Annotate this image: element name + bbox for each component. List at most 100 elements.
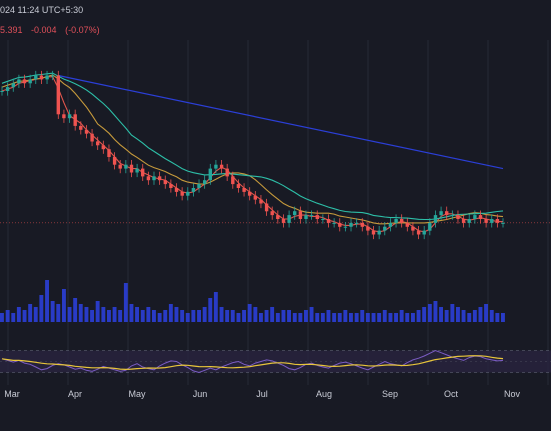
volume-bar — [16, 307, 21, 322]
candle-body — [411, 226, 415, 231]
volume-bar — [478, 307, 483, 322]
candle-body — [169, 184, 173, 188]
candle-body — [191, 188, 196, 192]
volume-bar — [157, 313, 162, 322]
candle-body — [456, 215, 460, 219]
candle-body — [439, 211, 443, 216]
volume-bar — [427, 304, 432, 322]
candle-body — [163, 180, 167, 185]
volume-bar — [50, 301, 55, 322]
chart-header-quote: 5.391 -0.004 (-0.07%) — [0, 25, 106, 35]
trendline — [58, 74, 504, 170]
x-tick-label: Mar — [4, 389, 20, 399]
candle-body — [293, 211, 297, 216]
candle-body — [174, 188, 179, 192]
candle-body — [39, 75, 44, 80]
candle-body — [197, 184, 201, 188]
volume-bar — [287, 310, 291, 322]
candle-body — [366, 226, 370, 231]
volume-bar — [191, 310, 196, 322]
volume-bar — [213, 292, 218, 322]
volume-bar — [394, 313, 398, 322]
volume-bar — [298, 313, 303, 322]
volume-bar — [168, 304, 173, 322]
x-tick-label: Nov — [504, 389, 521, 399]
candle-body — [22, 79, 27, 84]
volume-bar — [382, 310, 387, 322]
candle-body — [146, 176, 151, 181]
candle-body — [186, 191, 190, 196]
volume-bar — [22, 310, 27, 322]
candle-body — [281, 219, 286, 223]
volume-bar — [247, 304, 252, 322]
candle-body — [422, 230, 426, 235]
last-price: 5.391 — [0, 25, 23, 35]
candle-body — [360, 222, 364, 227]
candle-body — [377, 230, 381, 235]
candle-body — [28, 79, 32, 84]
x-tick-label: Apr — [68, 389, 82, 399]
volume-bar — [270, 307, 275, 322]
volume-bar — [107, 310, 111, 322]
volume-bar — [439, 307, 443, 322]
candle-body — [484, 219, 488, 223]
x-tick-label: May — [128, 389, 146, 399]
x-tick-label: Oct — [444, 389, 459, 399]
candle-body — [253, 195, 257, 200]
volume-bar — [315, 313, 320, 322]
volume-bar — [33, 307, 38, 322]
volume-bar — [495, 313, 500, 322]
volume-bar — [264, 310, 269, 322]
candle-body — [101, 145, 105, 150]
volume-bar — [101, 307, 106, 322]
volume-bar — [62, 289, 66, 322]
candle-body — [270, 211, 274, 216]
volume-bar — [129, 304, 134, 322]
volume-bar — [450, 304, 455, 322]
volume-bar — [242, 310, 246, 322]
candle-body — [56, 75, 60, 115]
volume-bar — [422, 307, 427, 322]
candle-body — [152, 176, 156, 181]
volume-bar — [332, 313, 337, 322]
candle-body — [11, 83, 15, 88]
candle-body — [276, 215, 280, 219]
candle-body — [17, 79, 21, 84]
volume-bar — [354, 313, 359, 322]
volume-bar — [118, 310, 123, 322]
candle-body — [287, 215, 291, 223]
volume-bar — [489, 310, 494, 322]
price-change-pct: (-0.07%) — [65, 25, 100, 35]
candle-body — [219, 164, 224, 169]
volume-bar — [140, 310, 145, 322]
candle-body — [433, 215, 438, 223]
volume-bar — [152, 310, 156, 322]
volume-bar — [197, 310, 201, 322]
volume-bar — [84, 307, 89, 322]
volume-bar — [365, 313, 370, 322]
volume-bar — [326, 310, 331, 322]
volume-bar — [0, 313, 4, 322]
volume-bar — [230, 310, 235, 322]
candle-body — [405, 222, 409, 227]
volume-bar — [360, 310, 365, 322]
candle-body — [349, 222, 353, 227]
candle-body — [141, 168, 145, 177]
candle-body — [388, 222, 393, 227]
candle-body — [304, 215, 308, 219]
candle-body — [338, 222, 342, 227]
volume-bar — [39, 295, 44, 322]
volume-bar — [208, 298, 213, 322]
candle-body — [180, 191, 184, 196]
candle-body — [490, 219, 494, 223]
candle-body — [203, 180, 207, 185]
candle-body — [309, 215, 314, 217]
candle-body — [264, 203, 269, 212]
candle-body — [242, 188, 246, 192]
volume-bar — [135, 307, 139, 322]
volume-bar — [304, 310, 308, 322]
candle-body — [67, 114, 72, 119]
volume-bar — [292, 313, 297, 322]
candle-body — [135, 168, 139, 173]
candle-body — [118, 164, 122, 169]
